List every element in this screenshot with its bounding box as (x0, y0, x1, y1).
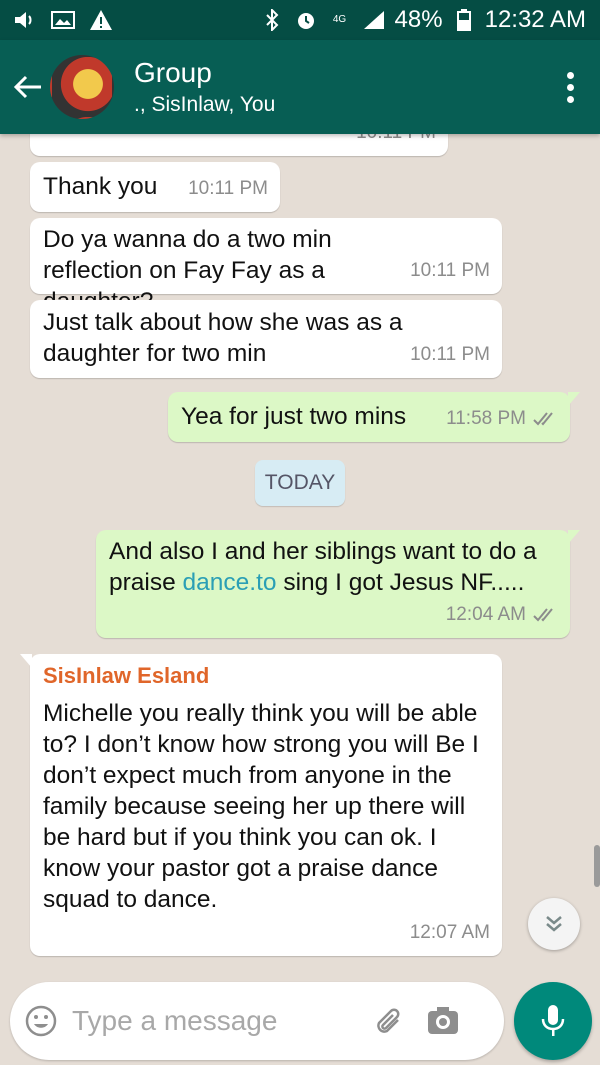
dot-icon (566, 95, 574, 103)
double-chevron-down-icon (546, 916, 562, 932)
more-options-button[interactable] (540, 40, 600, 134)
emoji-icon (25, 1005, 57, 1037)
bluetooth-icon (259, 9, 285, 31)
message-time: 10:11 PM (410, 344, 490, 365)
message-time: 11:58 PM (446, 403, 558, 434)
date-divider: TODAY (255, 460, 345, 506)
voice-message-button[interactable] (514, 982, 592, 1060)
message-time-text: 11:58 PM (446, 408, 526, 429)
message-text-part: sing I got Jesus NF..... (276, 569, 525, 596)
message-text: Yea for just two mins (181, 403, 407, 430)
message-sender[interactable]: SisInlaw Esland (43, 662, 209, 690)
scroll-to-bottom-button[interactable] (528, 898, 580, 950)
image-icon (50, 9, 76, 31)
back-button[interactable] (0, 40, 56, 134)
warning-icon (88, 9, 114, 31)
chat-title: Group (134, 57, 212, 88)
message-bubble-outgoing[interactable]: Yea for just two mins 11:58 PM (168, 392, 580, 442)
chat-header: Group ., SisInlaw, You (0, 40, 600, 134)
bubble-tail (568, 392, 580, 406)
network-type-icon: 4G (332, 14, 347, 25)
message-time: 10:11 PM (410, 260, 490, 281)
message-text: Michelle you really think you will be ab… (43, 700, 479, 913)
chat-participants: ., SisInlaw, You (134, 93, 276, 116)
signal-icon (361, 9, 387, 31)
emoji-button[interactable] (10, 982, 72, 1060)
message-bubble-incoming[interactable]: Just talk about how she was as a daughte… (30, 300, 502, 378)
message-input[interactable] (72, 1005, 362, 1037)
message-time-text: 12:04 AM (445, 604, 526, 625)
arrow-left-icon (13, 75, 41, 99)
battery-percent: 48% (394, 6, 443, 33)
message-text: Thank you (43, 173, 158, 200)
volume-icon (12, 9, 38, 31)
message-time: 12:04 AM (446, 599, 558, 630)
paperclip-icon (377, 1008, 400, 1033)
double-check-icon (533, 411, 553, 425)
message-bubble-incoming[interactable]: SisInlaw Esland Michelle you really thin… (20, 654, 502, 956)
composer (10, 982, 504, 1060)
message-bubble-incoming[interactable]: Thank you 10:11 PM (30, 162, 280, 212)
alarm-icon (293, 9, 319, 31)
message-bubble-outgoing[interactable]: And also I and her siblings want to do a… (96, 530, 580, 638)
bubble-tail (20, 654, 32, 668)
microphone-icon (541, 1005, 565, 1036)
attach-button[interactable] (362, 982, 416, 1060)
dot-icon (566, 83, 574, 91)
group-avatar[interactable] (50, 55, 114, 119)
camera-icon (428, 1007, 458, 1034)
message-list[interactable]: 10:11 PM Thank you 10:11 PM Do ya wanna … (0, 114, 600, 974)
message-time: 10:11 PM (188, 178, 268, 199)
bubble-tail (568, 530, 580, 544)
message-text: And also I and her siblings want to do a… (109, 536, 559, 598)
scrollbar[interactable] (594, 845, 600, 887)
message-link[interactable]: dance.to (183, 569, 277, 596)
chat-title-area[interactable]: Group ., SisInlaw, You (134, 56, 275, 118)
double-check-icon (533, 607, 553, 621)
message-text: Just talk about how she was as a daughte… (43, 309, 403, 367)
camera-button[interactable] (416, 982, 470, 1060)
dot-icon (566, 71, 574, 79)
message-time: 12:07 AM (409, 922, 490, 943)
clock: 12:32 AM (484, 6, 586, 33)
message-bubble-incoming[interactable]: Do ya wanna do a two min reflection on F… (30, 218, 502, 315)
status-bar: 4G 48% 12:32 AM (0, 0, 600, 40)
battery-icon (451, 9, 477, 31)
